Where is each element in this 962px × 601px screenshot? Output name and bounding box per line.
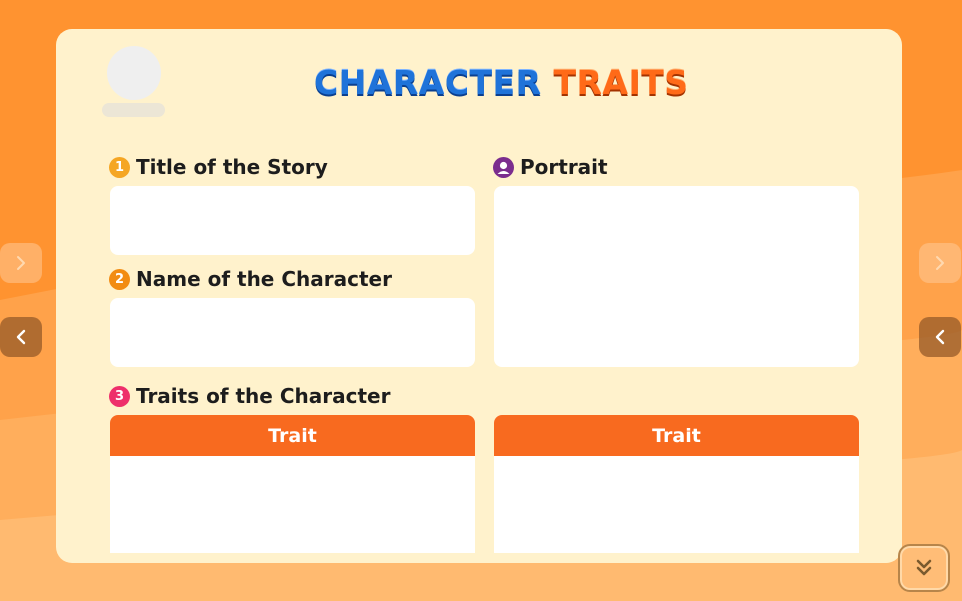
right-next-button[interactable] <box>919 243 961 283</box>
traits-label: 3 Traits of the Character <box>109 384 390 408</box>
portrait-field[interactable] <box>494 186 859 367</box>
page-title: CHARACTER TRAITS <box>314 58 689 108</box>
trait-box-2[interactable]: Trait <box>494 415 859 553</box>
character-name-field[interactable] <box>110 298 475 367</box>
avatar <box>107 46 161 100</box>
right-prev-button[interactable] <box>919 317 961 357</box>
portrait-label-text: Portrait <box>520 155 608 179</box>
number-one-badge: 1 <box>109 156 130 178</box>
scroll-down-button[interactable] <box>898 544 950 592</box>
story-title-label-text: Title of the Story <box>136 155 328 179</box>
title-word-character: CHARACTER <box>314 63 542 102</box>
left-prev-button[interactable] <box>0 317 42 357</box>
trait-box-1[interactable]: Trait <box>110 415 475 553</box>
user-circle-icon <box>493 156 514 178</box>
chevron-left-icon <box>935 329 945 345</box>
chevron-right-icon <box>936 256 944 270</box>
character-name-label-text: Name of the Character <box>136 267 392 291</box>
trait-header-2: Trait <box>494 415 859 456</box>
left-next-button[interactable] <box>0 243 42 283</box>
number-three-badge: 3 <box>109 385 130 407</box>
traits-label-text: Traits of the Character <box>136 384 391 408</box>
story-title-label: 1 Title of the Story <box>109 155 328 179</box>
title-word-traits: TRAITS <box>553 63 689 102</box>
character-name-label: 2 Name of the Character <box>109 267 392 291</box>
double-chevron-down-icon <box>916 559 932 576</box>
avatar-name-placeholder <box>102 103 165 117</box>
number-two-badge: 2 <box>109 268 130 290</box>
chevron-left-icon <box>16 329 26 345</box>
chevron-right-icon <box>17 256 25 270</box>
portrait-label: Portrait <box>493 155 608 179</box>
trait-header-1: Trait <box>110 415 475 456</box>
story-title-field[interactable] <box>110 186 475 255</box>
